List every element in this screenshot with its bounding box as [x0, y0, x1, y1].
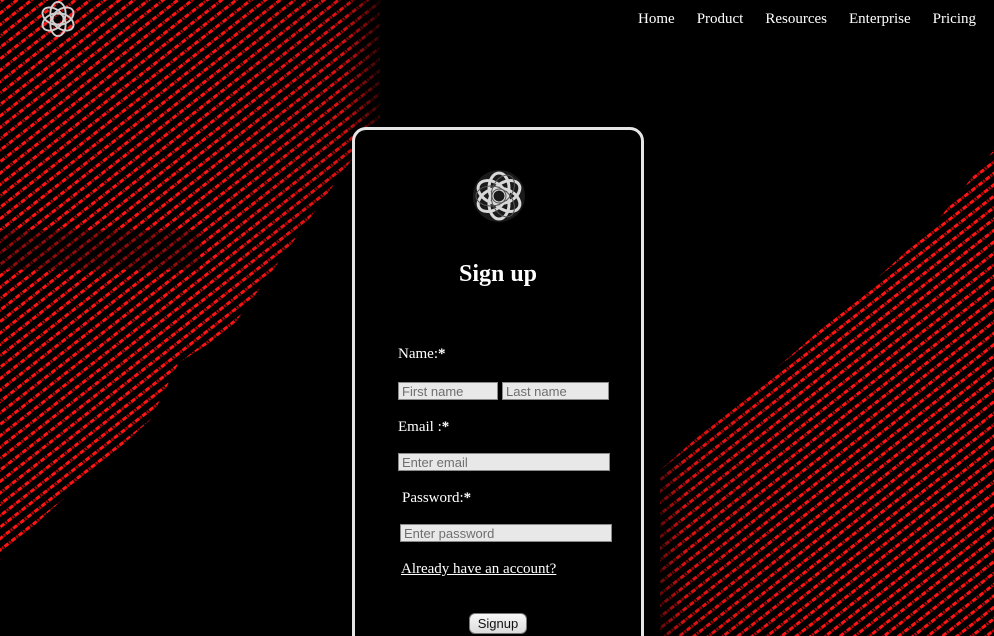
login-link[interactable]: Already have an account? [401, 561, 556, 578]
email-input[interactable] [398, 453, 610, 471]
page-title: Sign up [458, 261, 538, 287]
password-input[interactable] [400, 524, 612, 542]
nav-pricing[interactable]: Pricing [933, 11, 976, 28]
last-name-input[interactable] [502, 382, 609, 400]
required-mark: * [437, 346, 446, 362]
password-label: Password:* [402, 490, 471, 507]
required-mark: * [441, 419, 450, 435]
top-nav: Home Product Resources Enterprise Pricin… [638, 11, 976, 28]
email-label: Email :* [398, 419, 449, 436]
signup-button[interactable]: Signup [469, 613, 527, 634]
signup-card: Sign up Name:* Email :* Password:* Alrea… [352, 127, 644, 636]
nav-product[interactable]: Product [697, 11, 744, 28]
knot-logo-icon[interactable] [38, 0, 78, 38]
nav-enterprise[interactable]: Enterprise [849, 11, 911, 28]
first-name-input[interactable] [398, 382, 498, 400]
required-mark: * [463, 490, 472, 506]
email-label-text: Email : [398, 419, 442, 435]
password-label-text: Password: [402, 490, 464, 506]
name-label-text: Name: [398, 346, 438, 362]
knot-logo-icon [473, 170, 525, 222]
nav-resources[interactable]: Resources [765, 11, 827, 28]
nav-home[interactable]: Home [638, 11, 675, 28]
name-label: Name:* [398, 346, 445, 363]
